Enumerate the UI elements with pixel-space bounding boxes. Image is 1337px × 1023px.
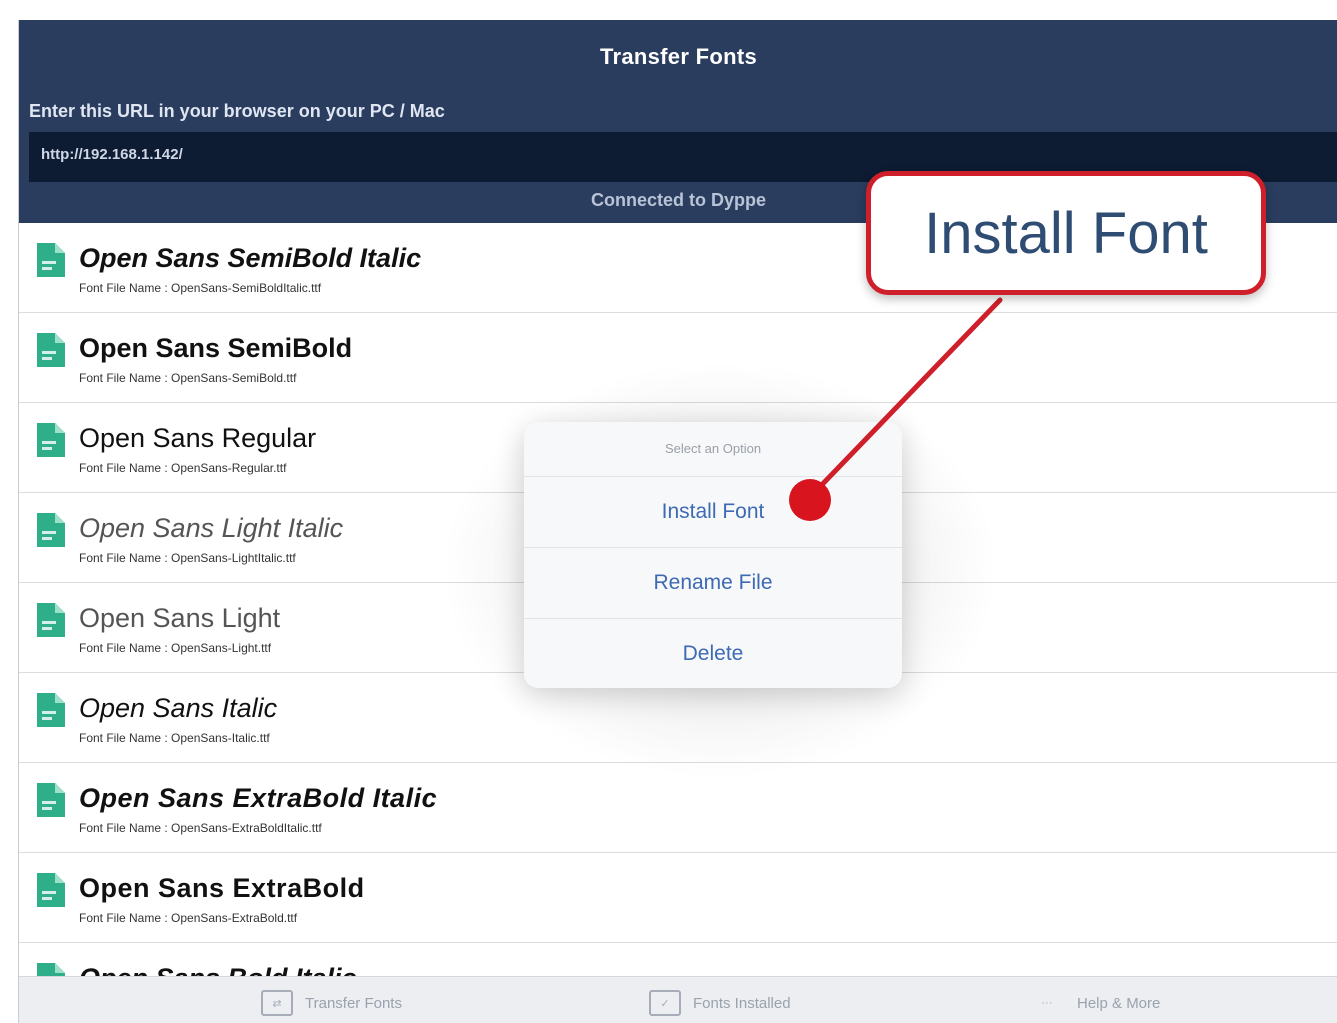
font-name: Open Sans Regular — [79, 423, 317, 453]
font-file-name: Font File Name : OpenSans-Light.ttf — [79, 641, 272, 655]
font-file-name: Font File Name : OpenSans-Regular.ttf — [79, 461, 287, 475]
font-file-name: Font File Name : OpenSans-Italic.ttf — [79, 731, 270, 745]
font-file-name: Font File Name : OpenSans-SemiBoldItalic… — [79, 281, 322, 295]
file-icon — [37, 423, 65, 457]
font-name: Open Sans Light Italic — [79, 513, 344, 543]
font-name: Open Sans SemiBold — [79, 333, 353, 363]
url-instruction: Enter this URL in your browser on your P… — [29, 101, 445, 121]
tab-transfer-fonts[interactable]: ⇄ Transfer Fonts — [261, 989, 402, 1017]
list-item[interactable]: Open Sans SemiBold Font File Name : Open… — [19, 313, 1337, 403]
tab-fonts-installed[interactable]: ✓ Fonts Installed — [649, 989, 791, 1017]
font-file-name: Font File Name : OpenSans-SemiBold.ttf — [79, 371, 297, 385]
file-icon — [37, 603, 65, 637]
file-icon — [37, 513, 65, 547]
font-file-name: Font File Name : OpenSans-ExtraBoldItali… — [79, 821, 322, 835]
transfer-icon: ⇄ — [261, 990, 293, 1016]
file-icon — [37, 693, 65, 727]
list-item[interactable]: Open Sans ExtraBold Font File Name : Ope… — [19, 853, 1337, 943]
rename-file-button[interactable]: Rename File — [524, 548, 902, 619]
font-name: Open Sans SemiBold Italic — [79, 243, 422, 273]
checkbox-icon: ✓ — [649, 990, 681, 1016]
file-icon — [37, 873, 65, 907]
file-icon — [37, 243, 65, 277]
tab-help-more[interactable]: ··· Help & More — [1029, 989, 1161, 1017]
install-font-button[interactable]: Install Font — [524, 477, 902, 548]
file-icon — [37, 783, 65, 817]
tab-label: Fonts Installed — [693, 994, 791, 1012]
action-sheet: Select an Option Install Font Rename Fil… — [524, 422, 902, 688]
font-file-name: Font File Name : OpenSans-ExtraBold.ttf — [79, 911, 298, 925]
tab-label: Transfer Fonts — [305, 994, 402, 1012]
delete-button[interactable]: Delete — [524, 619, 902, 688]
callout-label: Install Font — [924, 200, 1208, 266]
callout-box: Install Font — [866, 171, 1266, 295]
url-text[interactable]: http://192.168.1.142/ — [41, 146, 183, 163]
font-name: Open Sans ExtraBold — [79, 873, 365, 903]
font-name: Open Sans Light — [79, 603, 281, 633]
font-file-name: Font File Name : OpenSans-LightItalic.tt… — [79, 551, 296, 565]
tab-label: Help & More — [1077, 994, 1161, 1012]
file-icon — [37, 333, 65, 367]
font-name: Open Sans Italic — [79, 693, 278, 723]
tab-bar: ⇄ Transfer Fonts ✓ Fonts Installed ··· H… — [19, 976, 1337, 1023]
page-title: Transfer Fonts — [599, 44, 757, 69]
list-item[interactable]: Open Sans ExtraBold Italic Font File Nam… — [19, 763, 1337, 853]
more-icon: ··· — [1041, 997, 1053, 1009]
action-sheet-title: Select an Option — [524, 422, 902, 477]
font-name: Open Sans ExtraBold Italic — [79, 783, 438, 813]
